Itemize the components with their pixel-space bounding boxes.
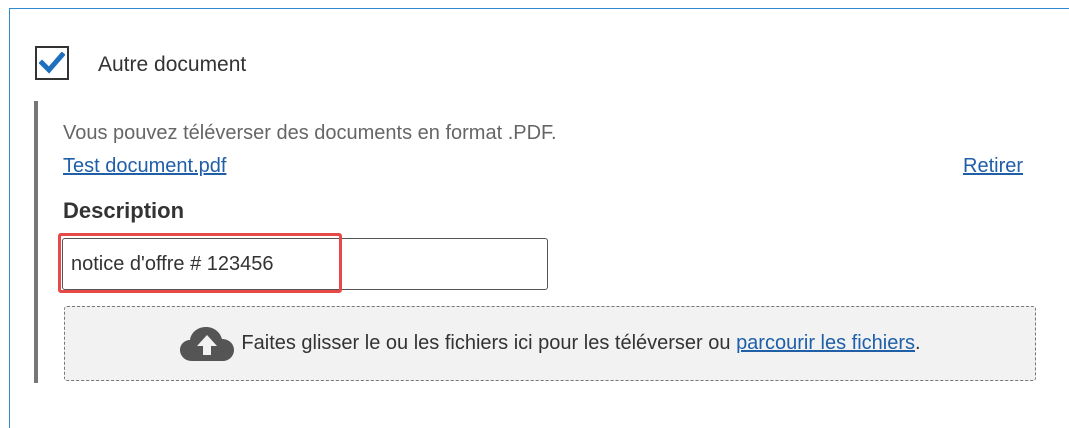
file-dropzone[interactable]: Faites glisser le ou les fichiers ici po… [64, 306, 1036, 381]
cloud-upload-icon [180, 326, 235, 361]
dropzone-text: Faites glisser le ou les fichiers ici po… [241, 332, 731, 354]
description-input[interactable] [62, 238, 548, 290]
autre-document-checkbox[interactable] [35, 46, 69, 80]
upload-hint: Vous pouvez téléverser des documents en … [63, 122, 557, 144]
dropzone-period: . [915, 332, 921, 354]
description-label: Description [63, 198, 185, 223]
uploaded-file-link[interactable]: Test document.pdf [63, 155, 226, 178]
browse-files-link[interactable]: parcourir les fichiers [736, 332, 915, 354]
remove-file-link[interactable]: Retirer [963, 155, 1023, 178]
checkbox-label: Autre document [98, 53, 247, 76]
checkmark-icon [39, 52, 65, 74]
section-rule [34, 101, 38, 383]
